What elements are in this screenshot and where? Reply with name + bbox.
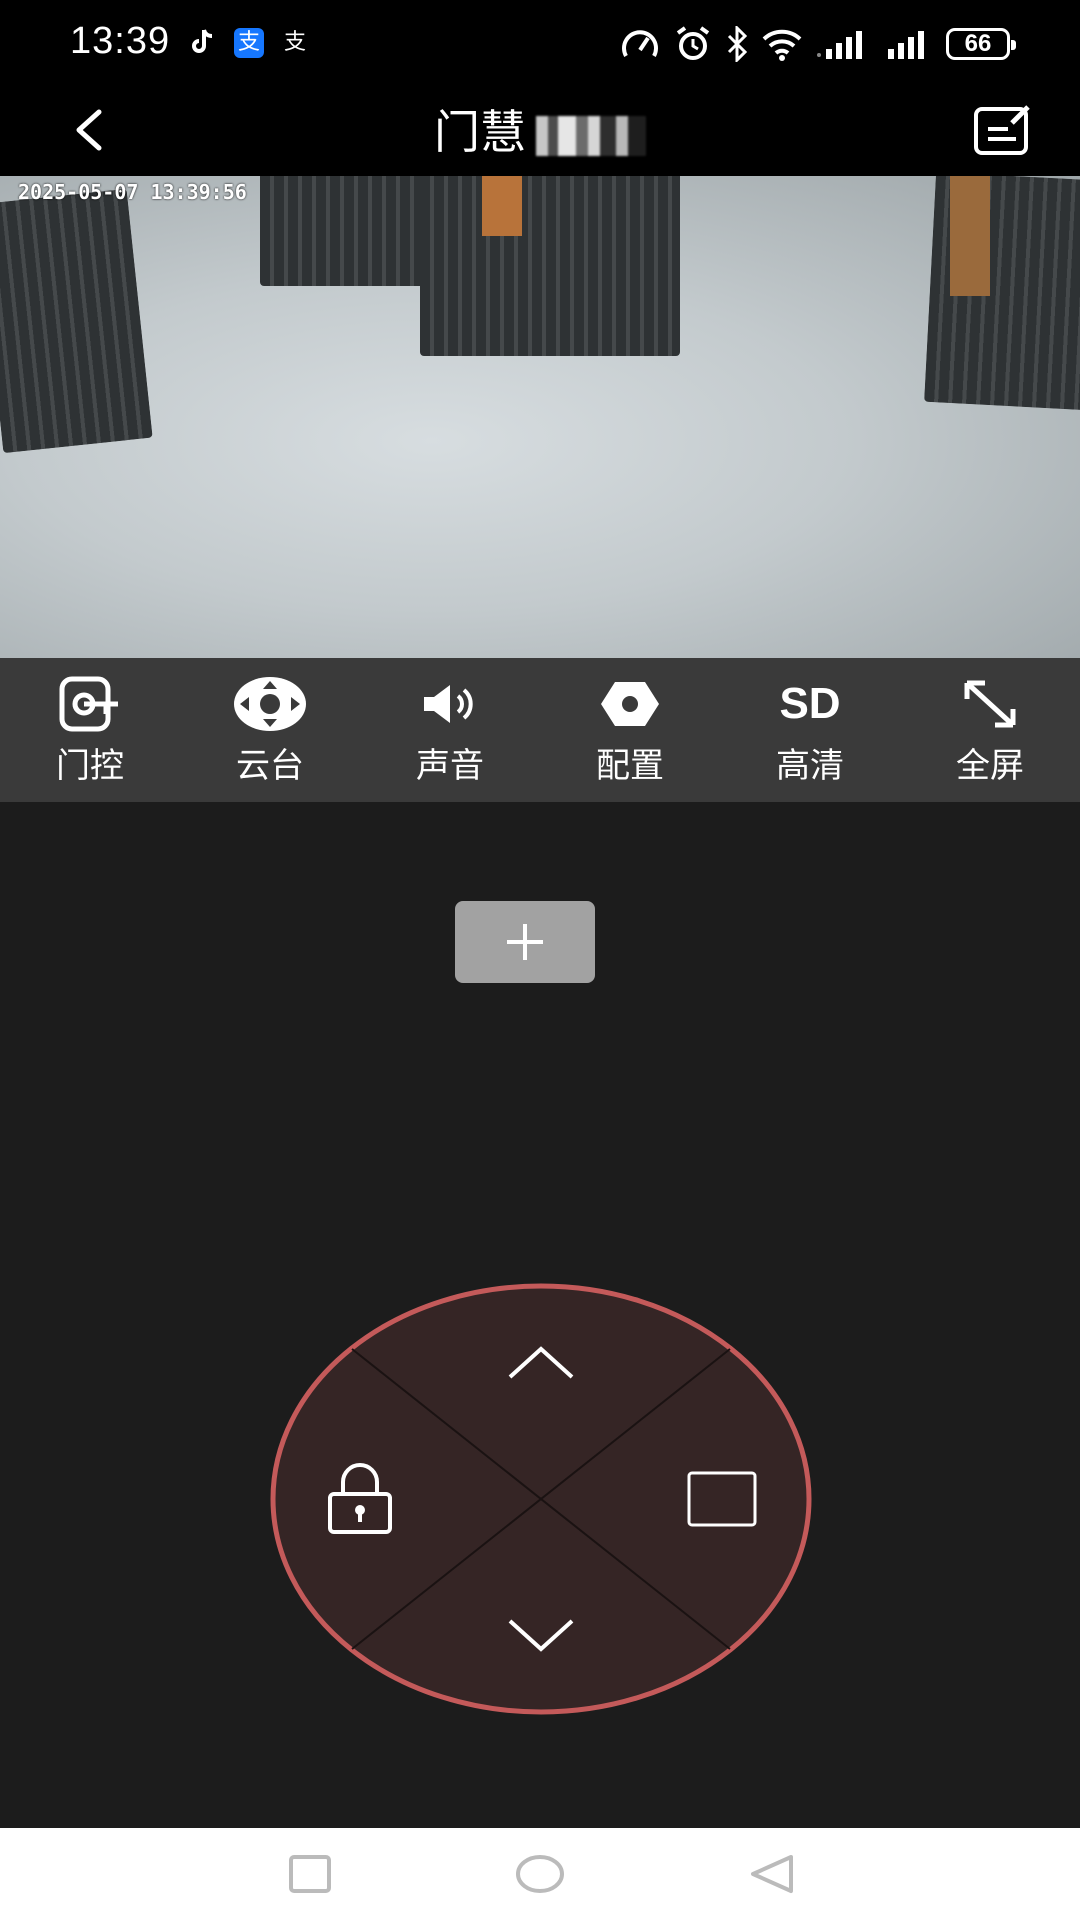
tool-label: 云台 [236, 745, 304, 786]
tool-door-control[interactable]: 门控 [0, 658, 180, 802]
tool-label: 全屏 [956, 745, 1024, 786]
status-icons: 66 [620, 22, 1016, 66]
signal-icon [888, 31, 924, 59]
video-object [924, 176, 1080, 411]
tool-sound[interactable]: 声音 [360, 658, 540, 802]
video-timestamp: 2025-05-07 13:39:56 [18, 180, 247, 204]
tool-label: 高清 [776, 745, 844, 786]
edit-button[interactable] [970, 98, 1034, 162]
pad-stop-button[interactable] [642, 1419, 802, 1579]
back-icon [751, 1855, 793, 1893]
redacted-title-part [536, 115, 646, 156]
tool-fullscreen[interactable]: 全屏 [900, 658, 1080, 802]
alarm-icon [676, 26, 710, 60]
tool-ptz[interactable]: 云台 [180, 658, 360, 802]
edit-icon [974, 105, 1030, 155]
camera-video[interactable]: 2025-05-07 13:39:56 [0, 176, 1080, 658]
signal-icon [817, 31, 862, 59]
video-object [482, 176, 522, 236]
tool-label: 声音 [416, 745, 484, 786]
square-icon [687, 1471, 757, 1527]
home-icon [516, 1855, 564, 1893]
video-object [0, 188, 153, 454]
tool-label: 配置 [596, 745, 664, 786]
app-header: 门慧 [0, 90, 1080, 176]
video-object [950, 176, 990, 296]
alipay-icon: 支 [234, 28, 264, 58]
status-time: 13:39 [70, 20, 171, 62]
system-nav-bar [0, 1828, 1080, 1920]
pad-down-button[interactable] [441, 1565, 641, 1705]
recents-icon [289, 1855, 331, 1893]
plus-icon [507, 924, 543, 960]
sd-icon: SD [779, 674, 840, 734]
pad-lock-button[interactable] [280, 1419, 440, 1579]
recents-button[interactable] [280, 1846, 340, 1902]
speed-icon [622, 30, 658, 57]
direction-pad [270, 1283, 812, 1715]
tiktok-icon [188, 28, 218, 58]
video-object [420, 176, 680, 356]
door-control-icon [58, 674, 122, 734]
control-toolbar: 门控 云台 声音 配置 SD 高清 全屏 [0, 658, 1080, 802]
ptz-icon [232, 674, 308, 734]
down-arrow-icon [508, 1619, 574, 1652]
lock-icon [328, 1463, 392, 1534]
up-arrow-icon [508, 1346, 574, 1379]
back-nav-button[interactable] [742, 1846, 802, 1902]
settings-hex-icon [599, 674, 661, 734]
page-title: 门慧 [0, 96, 1080, 162]
alipay-icon: 支 [283, 30, 306, 55]
battery-indicator: 66 [946, 28, 1016, 60]
speaker-icon [420, 674, 480, 734]
status-bar: 13:39 支 支 66 [0, 0, 1080, 90]
tool-config[interactable]: 配置 [540, 658, 720, 802]
home-button[interactable] [510, 1846, 570, 1902]
tool-label: 门控 [56, 745, 124, 786]
add-button[interactable] [455, 901, 595, 983]
title-text: 门慧 [434, 105, 526, 159]
bluetooth-icon [727, 26, 748, 62]
pad-up-button[interactable] [441, 1293, 641, 1433]
wifi-icon [762, 29, 802, 61]
sd-text: SD [779, 678, 841, 728]
fullscreen-icon [961, 674, 1019, 734]
tool-quality[interactable]: SD 高清 [720, 658, 900, 802]
